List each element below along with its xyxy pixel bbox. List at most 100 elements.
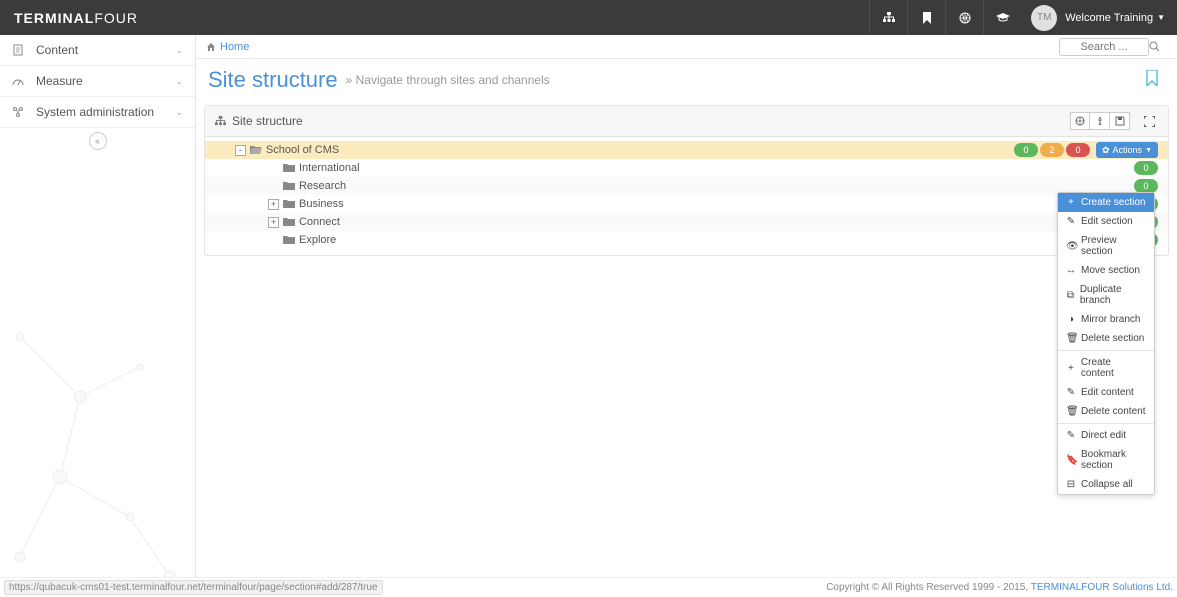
dropdown-item[interactable]: 🔖 Bookmark section bbox=[1058, 445, 1154, 475]
bookmark-icon[interactable] bbox=[907, 0, 945, 35]
sidebar-item-label: Measure bbox=[36, 74, 83, 88]
tree-row[interactable]: Explore0 bbox=[205, 231, 1168, 249]
settings-icon bbox=[12, 106, 28, 118]
dropdown-item-icon: ↔ bbox=[1066, 265, 1076, 276]
tree-row-label[interactable]: Research bbox=[299, 180, 346, 192]
fullscreen-icon[interactable] bbox=[1140, 112, 1158, 130]
dropdown-item[interactable]: 👁Preview section bbox=[1058, 231, 1154, 261]
sidebar-item-label: Content bbox=[36, 43, 78, 57]
bookmark-page-icon[interactable] bbox=[1145, 70, 1165, 90]
dropdown-item-icon: ⊟ bbox=[1066, 479, 1076, 490]
dropdown-item-label: Move section bbox=[1081, 265, 1140, 276]
dropdown-item[interactable]: ⧉Duplicate branch bbox=[1058, 280, 1154, 310]
dropdown-item[interactable]: 🗑 Delete content bbox=[1058, 402, 1154, 421]
dropdown-item-label: Collapse all bbox=[1081, 479, 1133, 490]
tree: -School of CMS020✿Actions▼ International… bbox=[205, 137, 1168, 255]
tool-save-icon[interactable] bbox=[1110, 112, 1130, 130]
sidebar-collapse[interactable]: « bbox=[0, 128, 195, 154]
main-area: Home Site structure » Navigate through s… bbox=[196, 35, 1177, 577]
tree-row[interactable]: +Business0 bbox=[205, 195, 1168, 213]
panel-header: Site structure bbox=[205, 106, 1168, 137]
user-menu[interactable]: Welcome Training▼ bbox=[1065, 12, 1177, 24]
sitemap-icon bbox=[215, 116, 226, 127]
dropdown-item-label: Bookmark section bbox=[1081, 449, 1146, 471]
footer: https://qubacuk-cms01-test.terminalfour.… bbox=[0, 577, 1177, 597]
dropdown-item-icon: ✎ bbox=[1066, 216, 1076, 227]
sitemap-icon[interactable] bbox=[869, 0, 907, 35]
folder-icon bbox=[283, 199, 295, 209]
chevron-down-icon: ⌄ bbox=[175, 76, 183, 87]
dropdown-item[interactable]: + Create content bbox=[1058, 353, 1154, 383]
tree-row[interactable]: +Connect1 bbox=[205, 213, 1168, 231]
tree-row-label[interactable]: School of CMS bbox=[266, 144, 339, 156]
tree-toggle[interactable]: + bbox=[268, 199, 279, 210]
dropdown-item[interactable]: ✎ Edit content bbox=[1058, 383, 1154, 402]
status-badge: 0 bbox=[1134, 161, 1158, 175]
graduation-icon[interactable] bbox=[983, 0, 1021, 35]
dropdown-item[interactable]: ◑Mirror branch bbox=[1058, 310, 1154, 329]
dropdown-item-icon: ✎ bbox=[1066, 387, 1076, 398]
dropdown-item-label: Direct edit bbox=[1081, 430, 1126, 441]
home-icon bbox=[206, 42, 216, 52]
tree-row[interactable]: Research 0 bbox=[205, 177, 1168, 195]
dropdown-item[interactable]: 🗑Delete section bbox=[1058, 329, 1154, 348]
site-structure-panel: Site structure -School of CMS020✿Actions… bbox=[204, 105, 1169, 256]
tree-row-label[interactable]: Business bbox=[299, 198, 344, 210]
tree-row-label[interactable]: Explore bbox=[299, 234, 336, 246]
folder-icon bbox=[283, 181, 295, 191]
dropdown-item-icon: ✎ bbox=[1066, 430, 1076, 441]
sidebar-item-label: System administration bbox=[36, 105, 154, 119]
search-button[interactable] bbox=[1149, 41, 1167, 52]
dropdown-item-label: Delete content bbox=[1081, 406, 1146, 417]
dropdown-item-icon: 🔖 bbox=[1066, 455, 1076, 466]
tool-accessibility-icon[interactable] bbox=[1090, 112, 1110, 130]
file-icon bbox=[12, 44, 28, 56]
dropdown-item-label: Delete section bbox=[1081, 333, 1144, 344]
search-input[interactable] bbox=[1059, 38, 1149, 56]
dropdown-item[interactable]: ✎ Direct edit bbox=[1058, 426, 1154, 445]
dropdown-item[interactable]: +Create section bbox=[1058, 193, 1154, 212]
tree-row[interactable]: International 0 bbox=[205, 159, 1168, 177]
dropdown-item[interactable]: ⊟ Collapse all bbox=[1058, 475, 1154, 494]
copyright-link[interactable]: TERMINALFOUR Solutions Ltd. bbox=[1031, 582, 1173, 593]
actions-dropdown: +Create section ✎ Edit section 👁Preview sec… bbox=[1057, 192, 1155, 495]
dropdown-item-label: Edit content bbox=[1081, 387, 1134, 398]
dropdown-item-icon: 🗑 bbox=[1066, 406, 1076, 417]
breadcrumb-home[interactable]: Home bbox=[206, 41, 249, 53]
status-badge: 0 bbox=[1014, 143, 1038, 157]
globe-icon[interactable] bbox=[945, 0, 983, 35]
status-badge: 2 bbox=[1040, 143, 1064, 157]
dropdown-item-label: Edit section bbox=[1081, 216, 1133, 227]
sidebar: Content ⌄ Measure ⌄ System administratio… bbox=[0, 35, 196, 597]
dropdown-item[interactable]: ↔ Move section bbox=[1058, 261, 1154, 280]
dropdown-item-label: Create content bbox=[1081, 357, 1146, 379]
tree-row[interactable]: -School of CMS020✿Actions▼ bbox=[205, 141, 1168, 159]
copyright: Copyright © All Rights Reserved 1999 - 2… bbox=[826, 582, 1173, 593]
folder-icon bbox=[283, 217, 295, 227]
user-avatar[interactable]: TM bbox=[1031, 5, 1057, 31]
dropdown-separator bbox=[1058, 423, 1154, 424]
dropdown-item-icon: + bbox=[1066, 363, 1076, 374]
actions-button[interactable]: ✿Actions▼ bbox=[1096, 142, 1158, 158]
chevron-down-icon: ⌄ bbox=[175, 107, 183, 118]
chevron-down-icon: ⌄ bbox=[175, 45, 183, 56]
dropdown-item[interactable]: ✎ Edit section bbox=[1058, 212, 1154, 231]
sidebar-item-content[interactable]: Content ⌄ bbox=[0, 35, 195, 66]
chevron-down-icon: ▼ bbox=[1145, 147, 1152, 154]
tree-toggle[interactable]: - bbox=[235, 145, 246, 156]
sidebar-item-measure[interactable]: Measure ⌄ bbox=[0, 66, 195, 97]
tool-globe-icon[interactable] bbox=[1070, 112, 1090, 130]
tree-row-label[interactable]: Connect bbox=[299, 216, 340, 228]
tree-toggle[interactable]: + bbox=[268, 217, 279, 228]
dropdown-item-label: Preview section bbox=[1081, 235, 1146, 257]
chevron-down-icon: ▼ bbox=[1157, 13, 1165, 22]
dropdown-item-label: Mirror branch bbox=[1081, 314, 1140, 325]
top-bar: TERMINALFOUR TM Welcome Training▼ bbox=[0, 0, 1177, 35]
status-badges: 0 bbox=[1134, 179, 1158, 193]
tree-row-label[interactable]: International bbox=[299, 162, 360, 174]
status-url: https://qubacuk-cms01-test.terminalfour.… bbox=[4, 580, 383, 595]
sidebar-item-sysadmin[interactable]: System administration ⌄ bbox=[0, 97, 195, 128]
page-header: Site structure » Navigate through sites … bbox=[196, 59, 1177, 101]
folder-open-icon bbox=[250, 145, 262, 155]
breadcrumb-bar: Home bbox=[196, 35, 1177, 59]
